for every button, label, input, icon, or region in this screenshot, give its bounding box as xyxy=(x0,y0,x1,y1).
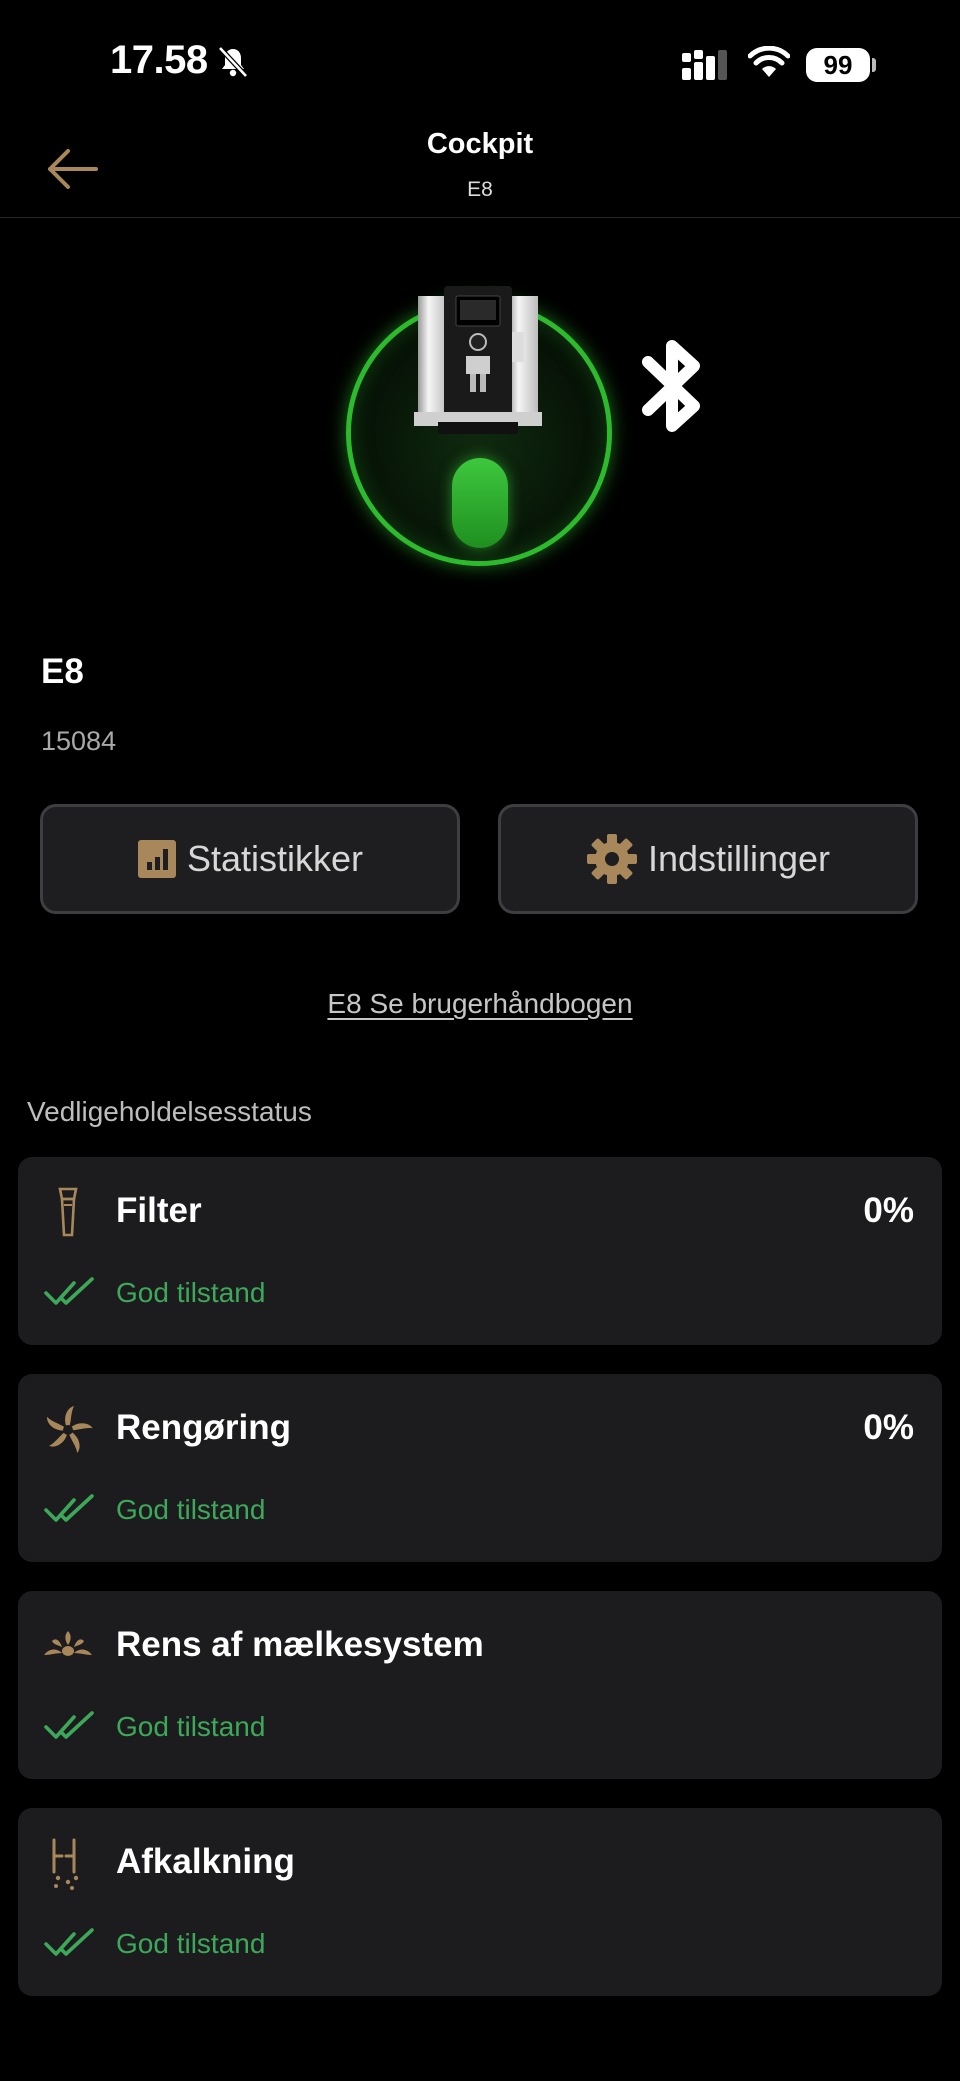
maintenance-card-cleaning[interactable]: Rengøring 0% God tilstand xyxy=(18,1374,942,1562)
double-check-icon xyxy=(44,1277,94,1305)
filter-icon xyxy=(58,1187,78,1237)
statistics-label: Statistikker xyxy=(186,838,364,879)
card-status: God tilstand xyxy=(116,1711,266,1742)
descaling-icon xyxy=(52,1838,79,1890)
card-status: God tilstand xyxy=(116,1928,266,1959)
connection-indicator xyxy=(452,458,508,548)
card-title: Filter xyxy=(116,1191,202,1230)
card-status: God tilstand xyxy=(116,1494,266,1525)
card-title: Afkalkning xyxy=(116,1842,295,1881)
bar-chart-icon xyxy=(137,840,176,878)
maintenance-card-milk-system[interactable]: Rens af mælkesystem God tilstand xyxy=(18,1591,942,1779)
gear-icon xyxy=(586,834,637,884)
double-check-icon xyxy=(44,1494,94,1522)
card-title: Rengøring xyxy=(116,1408,291,1447)
battery-icon: 99 xyxy=(806,48,870,82)
settings-label: Indstillinger xyxy=(647,838,831,879)
double-check-icon xyxy=(44,1711,94,1739)
device-serial: 15084 xyxy=(41,726,117,756)
card-status: God tilstand xyxy=(116,1277,266,1308)
device-name: E8 xyxy=(41,652,84,691)
header-divider xyxy=(0,217,960,218)
double-check-icon xyxy=(44,1928,94,1956)
wifi-icon xyxy=(748,46,790,77)
card-percent: 0% xyxy=(863,1191,914,1230)
coffee-machine-image xyxy=(414,286,542,434)
card-title: Rens af mælkesystem xyxy=(116,1625,484,1664)
battery-tip xyxy=(872,58,876,72)
card-percent: 0% xyxy=(863,1408,914,1447)
maintenance-card-filter[interactable]: Filter 0% God tilstand xyxy=(18,1157,942,1345)
bell-slash-icon xyxy=(218,46,248,78)
milk-system-icon xyxy=(44,1631,92,1656)
statistics-button[interactable]: Statistikker xyxy=(40,804,460,914)
page-subtitle: E8 xyxy=(467,178,493,201)
cellular-signal-icon xyxy=(682,50,727,80)
settings-button[interactable]: Indstillinger xyxy=(498,804,918,914)
cleaning-icon xyxy=(47,1406,93,1453)
maintenance-card-descaling[interactable]: Afkalkning God tilstand xyxy=(18,1808,942,1996)
user-manual-link[interactable]: E8 Se brugerhåndbogen xyxy=(0,988,960,1020)
maintenance-section-title: Vedligeholdelsesstatus xyxy=(27,1096,312,1127)
status-time: 17.58 xyxy=(110,38,208,82)
page-title: Cockpit xyxy=(426,128,534,160)
bluetooth-icon xyxy=(642,340,700,432)
